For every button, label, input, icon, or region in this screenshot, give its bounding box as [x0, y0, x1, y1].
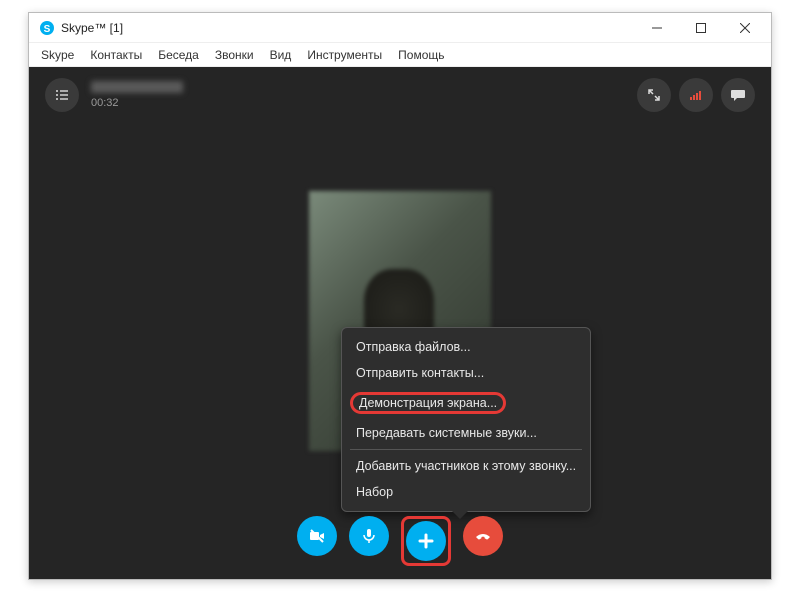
skype-logo-icon: S: [39, 20, 55, 36]
svg-text:S: S: [44, 24, 51, 35]
signal-icon: [688, 87, 704, 103]
menu-calls[interactable]: Звонки: [207, 46, 262, 64]
camera-off-icon: [307, 526, 327, 546]
popup-send-contacts[interactable]: Отправить контакты...: [342, 360, 590, 386]
camera-toggle-button[interactable]: [297, 516, 337, 556]
chat-icon: [730, 87, 746, 103]
hangup-icon: [473, 526, 493, 546]
minimize-button[interactable]: [635, 13, 679, 43]
fullscreen-icon: [646, 87, 662, 103]
highlight-marker: Демонстрация экрана...: [350, 392, 506, 414]
plus-icon: [416, 531, 436, 551]
call-area: 00:32 Отправка файлов... Отправить конта…: [29, 67, 771, 579]
mic-toggle-button[interactable]: [349, 516, 389, 556]
fullscreen-button[interactable]: [637, 78, 671, 112]
maximize-button[interactable]: [679, 13, 723, 43]
window-controls: [635, 13, 767, 43]
highlight-marker: [401, 516, 451, 566]
list-icon: [54, 87, 70, 103]
popup-send-files[interactable]: Отправка файлов...: [342, 334, 590, 360]
call-list-button[interactable]: [45, 78, 79, 112]
app-window: S Skype™ [1] Skype Контакты Беседа Звонк…: [28, 12, 772, 580]
window-title: Skype™ [1]: [61, 21, 635, 35]
titlebar: S Skype™ [1]: [29, 13, 771, 43]
caller-info: 00:32: [91, 81, 183, 109]
caller-name: [91, 81, 183, 93]
popup-system-sounds[interactable]: Передавать системные звуки...: [342, 420, 590, 446]
popup-share-screen[interactable]: Демонстрация экрана...: [342, 386, 590, 420]
mic-icon: [359, 526, 379, 546]
menu-tools[interactable]: Инструменты: [299, 46, 390, 64]
chat-button[interactable]: [721, 78, 755, 112]
call-bottom-controls: [29, 516, 771, 566]
add-actions-button[interactable]: [406, 521, 446, 561]
call-top-overlay: 00:32: [29, 67, 771, 123]
hangup-button[interactable]: [463, 516, 503, 556]
menu-skype[interactable]: Skype: [33, 46, 82, 64]
popup-dialpad[interactable]: Набор: [342, 479, 590, 505]
menu-contacts[interactable]: Контакты: [82, 46, 150, 64]
signal-button[interactable]: [679, 78, 713, 112]
menu-view[interactable]: Вид: [262, 46, 300, 64]
menubar: Skype Контакты Беседа Звонки Вид Инструм…: [29, 43, 771, 67]
plus-popup-menu: Отправка файлов... Отправить контакты...…: [341, 327, 591, 512]
close-button[interactable]: [723, 13, 767, 43]
popup-add-participants[interactable]: Добавить участников к этому звонку...: [342, 453, 590, 479]
menu-conversation[interactable]: Беседа: [150, 46, 207, 64]
menu-help[interactable]: Помощь: [390, 46, 452, 64]
call-timer: 00:32: [91, 97, 183, 109]
popup-separator: [350, 449, 582, 450]
